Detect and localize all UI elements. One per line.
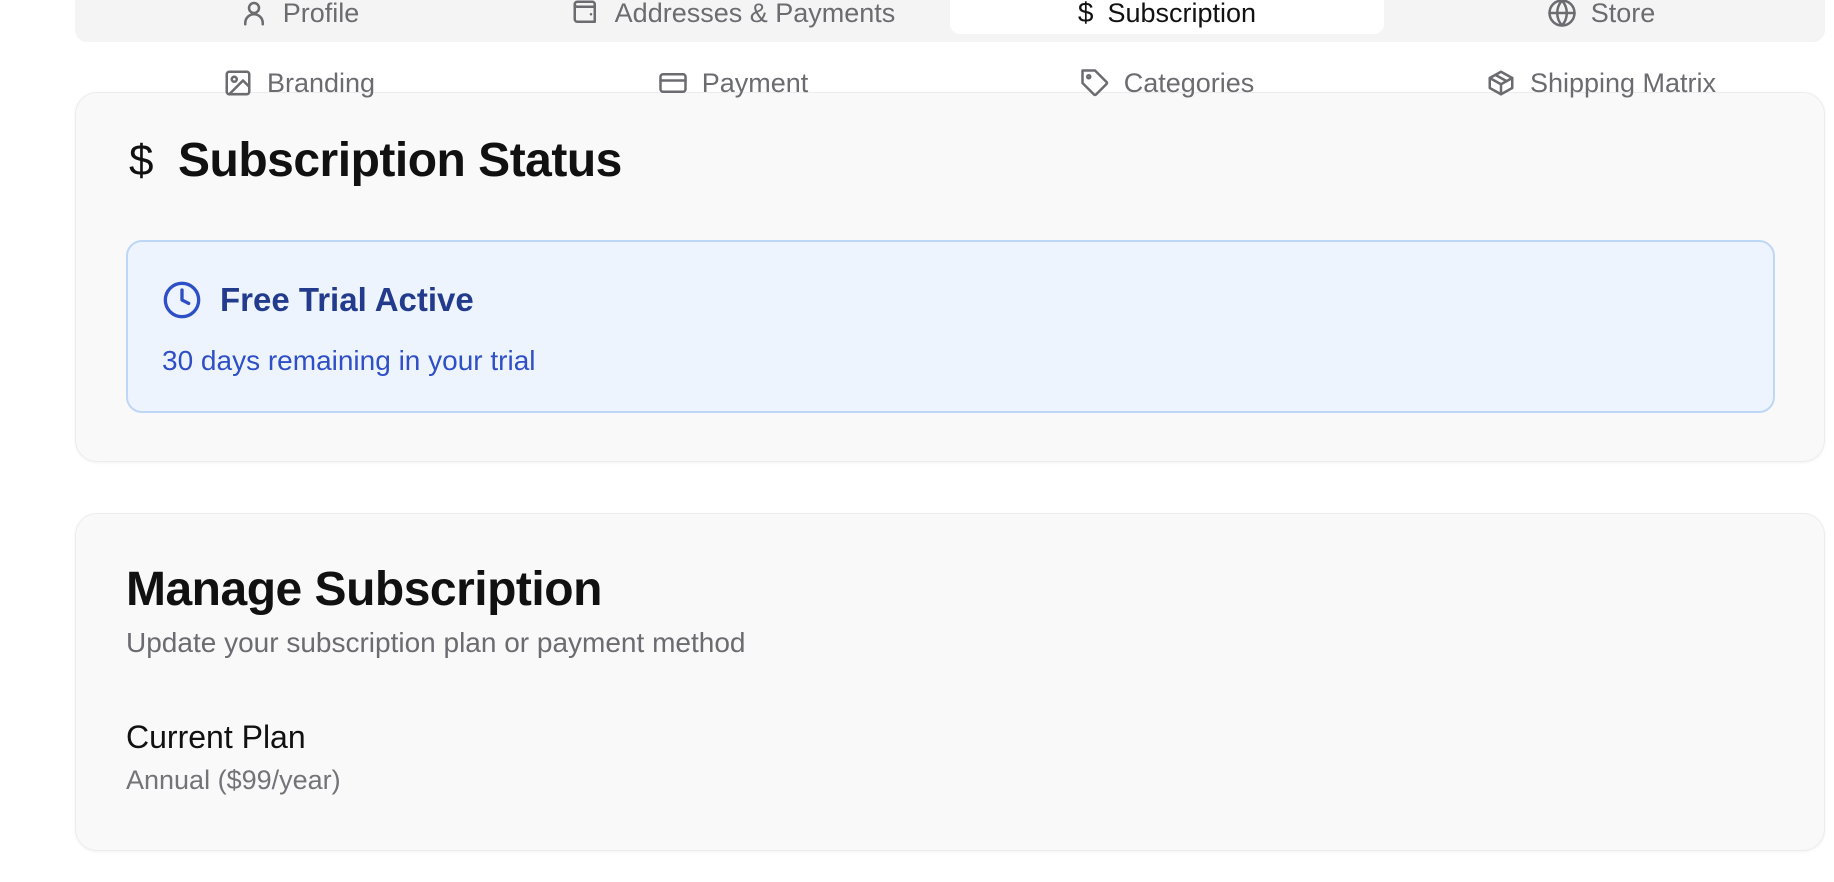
trial-status-banner: Free Trial Active 30 days remaining in y… bbox=[126, 240, 1775, 413]
tab-subscription[interactable]: $ Subscription bbox=[950, 0, 1384, 34]
subscription-status-card: $ Subscription Status Free Trial Active … bbox=[75, 92, 1825, 462]
trial-heading-row: Free Trial Active bbox=[162, 280, 474, 320]
card-title: Manage Subscription bbox=[126, 563, 602, 616]
clock-icon bbox=[163, 281, 201, 319]
tab-store[interactable]: Store bbox=[1384, 0, 1818, 42]
tab-payment[interactable]: Payment bbox=[516, 60, 950, 106]
tab-label: Profile bbox=[282, 0, 360, 28]
tab-categories[interactable]: Categories bbox=[950, 60, 1384, 106]
trial-heading: Free Trial Active bbox=[220, 281, 474, 318]
tab-branding[interactable]: Branding bbox=[82, 60, 516, 106]
image-icon bbox=[225, 70, 251, 96]
tab-label: Payment bbox=[701, 67, 809, 98]
trial-remaining-text: 30 days remaining in your trial bbox=[162, 345, 536, 376]
manage-subscription-card: Manage Subscription Update your subscrip… bbox=[75, 513, 1825, 851]
tab-label: Addresses & Payments bbox=[614, 0, 896, 28]
card-subtitle: Update your subscription plan or payment… bbox=[126, 627, 746, 658]
tab-label: Shipping Matrix bbox=[1529, 67, 1717, 98]
current-plan-label: Current Plan bbox=[126, 719, 306, 755]
tab-label: Store bbox=[1590, 0, 1656, 28]
status-title-row: $ Subscription Status bbox=[126, 133, 622, 188]
tab-label: Subscription bbox=[1107, 0, 1257, 28]
globe-icon bbox=[1547, 0, 1576, 27]
tab-label: Categories bbox=[1123, 67, 1255, 98]
wallet-icon bbox=[573, 0, 596, 23]
tab-addresses-payments[interactable]: Addresses & Payments bbox=[516, 0, 950, 42]
dollar-icon: $ bbox=[1077, 0, 1094, 28]
current-plan-value: Annual ($99/year) bbox=[126, 765, 341, 795]
secondary-tab-bar: Branding Payment Categories Shipping Mat… bbox=[75, 60, 1825, 106]
tab-profile[interactable]: Profile bbox=[82, 0, 516, 42]
primary-tab-bar: Profile Addresses & Payments $ Subscript… bbox=[75, 0, 1825, 42]
credit-card-icon bbox=[658, 73, 687, 93]
tab-label: Branding bbox=[266, 67, 376, 98]
tab-shipping-matrix[interactable]: Shipping Matrix bbox=[1384, 60, 1818, 106]
card-title: Subscription Status bbox=[178, 134, 622, 187]
package-icon bbox=[1488, 70, 1514, 96]
dollar-icon: $ bbox=[129, 135, 153, 185]
tag-icon bbox=[1080, 69, 1108, 97]
user-icon bbox=[243, 1, 264, 26]
